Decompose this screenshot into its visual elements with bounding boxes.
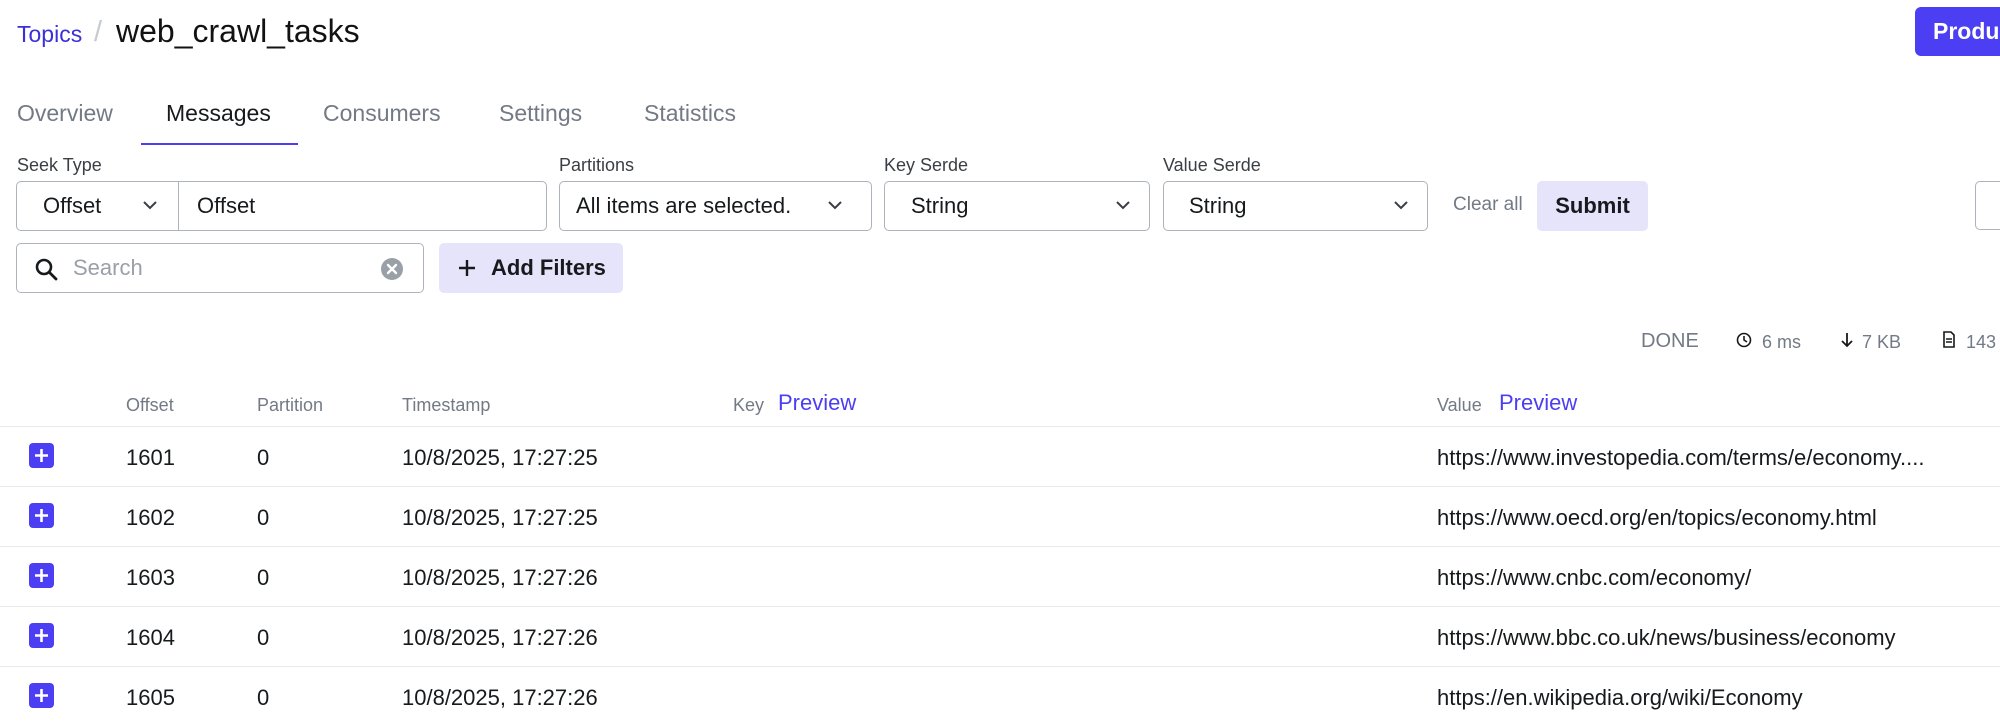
seek-type-select[interactable]: Offset	[16, 181, 179, 231]
tab-statistics[interactable]: Statistics	[644, 100, 736, 127]
cell-offset: 1603	[126, 565, 175, 590]
key-serde-select[interactable]: String	[884, 181, 1150, 231]
cell-value: https://en.wikipedia.org/wiki/Economy	[1437, 685, 1803, 710]
expand-row-button[interactable]	[29, 563, 54, 588]
key-serde-value: String	[911, 193, 969, 218]
cell-value: https://www.cnbc.com/economy/	[1437, 565, 1752, 590]
tab-messages[interactable]: Messages	[166, 100, 271, 127]
search-field	[16, 243, 424, 293]
status-elapsed: 6 ms	[1762, 332, 1802, 352]
search-icon	[35, 258, 58, 281]
plus-icon	[459, 260, 475, 276]
produce-message-button[interactable]: Produce	[1915, 7, 2000, 56]
search-input[interactable]	[73, 254, 373, 282]
value-serde-select[interactable]: String	[1163, 181, 1428, 231]
partitions-select[interactable]: All items are selected.	[559, 181, 872, 231]
column-header-value: Value	[1437, 395, 1482, 415]
breadcrumb-separator: /	[94, 16, 103, 48]
cell-value: https://www.bbc.co.uk/news/business/econ…	[1437, 625, 1896, 650]
cell-partition: 0	[257, 625, 270, 650]
offscreen-control[interactable]	[1975, 181, 2000, 230]
status-size: 7 KB	[1862, 332, 1902, 352]
table-row: 1605 0 10/8/2025, 17:27:26 https://en.wi…	[0, 666, 2000, 727]
partitions-value: All items are selected.	[576, 193, 792, 218]
cell-value: https://www.oecd.org/en/topics/economy.h…	[1437, 505, 1877, 530]
cell-offset: 1601	[126, 445, 175, 470]
cell-timestamp: 10/8/2025, 17:27:26	[402, 685, 598, 710]
expand-row-button[interactable]	[29, 503, 54, 528]
plus-icon	[35, 509, 48, 522]
status-state: DONE	[1641, 330, 1699, 352]
arrow-down-icon	[1841, 333, 1853, 348]
tab-overview[interactable]: Overview	[17, 100, 113, 127]
topic-tabs: Overview Messages Consumers Settings Sta…	[0, 86, 2000, 145]
partitions-label: Partitions	[559, 155, 635, 175]
submit-button[interactable]: Submit	[1537, 181, 1648, 231]
table-row: 1603 0 10/8/2025, 17:27:26 https://www.c…	[0, 546, 2000, 607]
table-row: 1601 0 10/8/2025, 17:27:25 https://www.i…	[0, 426, 2000, 487]
cell-timestamp: 10/8/2025, 17:27:26	[402, 625, 598, 650]
column-header-timestamp: Timestamp	[402, 395, 491, 415]
cell-timestamp: 10/8/2025, 17:27:25	[402, 445, 598, 470]
tab-consumers[interactable]: Consumers	[323, 100, 441, 127]
key-serde-label: Key Serde	[884, 155, 969, 175]
chevron-down-icon	[1116, 201, 1130, 210]
cell-timestamp: 10/8/2025, 17:27:26	[402, 565, 598, 590]
value-serde-label: Value Serde	[1163, 155, 1261, 175]
cell-offset: 1605	[126, 685, 175, 710]
value-preview-link[interactable]: Preview	[1499, 390, 1577, 416]
seek-offset-input[interactable]: Offset	[178, 181, 547, 231]
status-count: 143	[1966, 332, 1997, 352]
plus-icon	[35, 689, 48, 702]
column-header-partition: Partition	[257, 395, 324, 415]
cell-value: https://www.investopedia.com/terms/e/eco…	[1437, 445, 1925, 470]
seek-type-value: Offset	[43, 193, 102, 218]
plus-icon	[35, 629, 48, 642]
cell-partition: 0	[257, 445, 270, 470]
expand-row-button[interactable]	[29, 683, 54, 708]
cell-partition: 0	[257, 685, 270, 710]
expand-row-button[interactable]	[29, 443, 54, 468]
clear-icon[interactable]	[380, 257, 404, 281]
add-filters-button[interactable]: Add Filters	[439, 243, 623, 293]
chevron-down-icon	[143, 201, 157, 210]
table-row: 1602 0 10/8/2025, 17:27:25 https://www.o…	[0, 486, 2000, 547]
column-header-offset: Offset	[126, 395, 174, 415]
cell-offset: 1602	[126, 505, 175, 530]
cell-partition: 0	[257, 505, 270, 530]
chevron-down-icon	[828, 201, 842, 210]
add-filters-label: Add Filters	[491, 255, 606, 280]
active-tab-indicator	[141, 143, 298, 145]
cell-partition: 0	[257, 565, 270, 590]
plus-icon	[35, 449, 48, 462]
expand-row-button[interactable]	[29, 623, 54, 648]
seek-offset-value: Offset	[197, 193, 256, 218]
plus-icon	[35, 569, 48, 582]
page-title: web_crawl_tasks	[116, 13, 360, 49]
tab-settings[interactable]: Settings	[499, 100, 582, 127]
column-header-key: Key	[733, 395, 765, 415]
seek-type-label: Seek Type	[17, 155, 102, 175]
table-row: 1604 0 10/8/2025, 17:27:26 https://www.b…	[0, 606, 2000, 667]
breadcrumb-topics-link[interactable]: Topics	[17, 21, 82, 48]
file-icon	[1943, 331, 1955, 348]
value-serde-value: String	[1189, 193, 1247, 218]
cell-offset: 1604	[126, 625, 175, 650]
clear-all-button[interactable]: Clear all	[1453, 194, 1523, 216]
clock-icon	[1736, 332, 1752, 348]
cell-timestamp: 10/8/2025, 17:27:25	[402, 505, 598, 530]
chevron-down-icon	[1394, 201, 1408, 210]
key-preview-link[interactable]: Preview	[778, 390, 856, 416]
